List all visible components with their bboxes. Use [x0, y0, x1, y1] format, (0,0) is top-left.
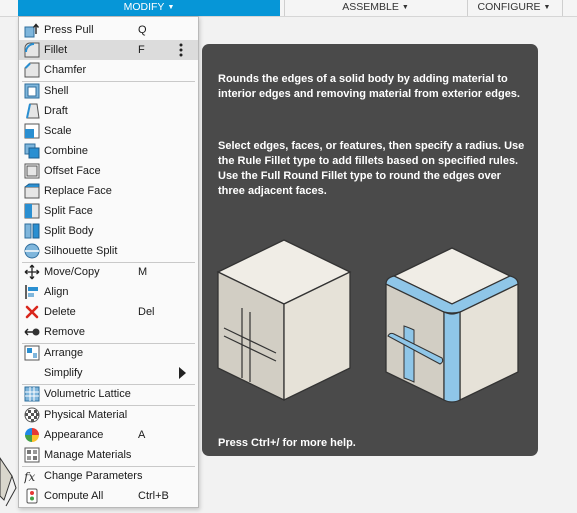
- replace-face-icon: [24, 183, 40, 199]
- tooltip-footer: Press Ctrl+/ for more help.: [218, 437, 356, 449]
- chevron-down-icon: ▼: [401, 4, 409, 11]
- menu-item-appearance[interactable]: Appearance A: [19, 425, 198, 445]
- menu-item-remove[interactable]: Remove: [19, 322, 198, 342]
- press-pull-icon: [24, 23, 40, 38]
- menu-item-split-face[interactable]: Split Face: [19, 201, 198, 221]
- canvas-geometry: [0, 457, 17, 507]
- remove-icon: [24, 328, 40, 336]
- tab-configure[interactable]: CONFIGURE ▼: [468, 0, 560, 16]
- shell-icon: [24, 83, 40, 99]
- menu-item-volumetric-lattice[interactable]: Volumetric Lattice: [19, 384, 198, 404]
- tab-label: ASSEMBLE: [342, 1, 399, 13]
- fillet-tooltip: Rounds the edges of a solid body by addi…: [202, 44, 538, 456]
- menu-item-physical-material[interactable]: Physical Material: [19, 405, 198, 425]
- menu-item-shortcut: Q: [138, 24, 147, 36]
- menu-item-label: Align: [44, 286, 69, 298]
- menu-item-label: Split Face: [44, 205, 93, 217]
- volumetric-lattice-icon: [24, 386, 40, 402]
- menu-item-silhouette-split[interactable]: Silhouette Split: [19, 241, 198, 261]
- change-parameters-icon: fx: [24, 470, 35, 484]
- menu-item-fillet[interactable]: Fillet F: [19, 40, 198, 60]
- fillet-icon: [24, 42, 40, 58]
- menu-item-press-pull[interactable]: Press Pull Q: [19, 20, 198, 40]
- offset-face-icon: [24, 163, 40, 179]
- menu-item-label: Draft: [44, 105, 68, 117]
- menu-item-label: Arrange: [44, 347, 84, 359]
- menu-item-label: Manage Materials: [44, 449, 132, 461]
- scale-icon: [24, 123, 40, 139]
- menu-item-combine[interactable]: Combine: [19, 141, 198, 161]
- menu-item-label: Compute All: [44, 490, 104, 502]
- menu-item-label: Silhouette Split: [44, 245, 118, 257]
- chamfer-icon: [24, 62, 40, 78]
- menu-item-label: Physical Material: [44, 409, 128, 421]
- menu-item-label: Combine: [44, 145, 89, 157]
- menu-item-label: Scale: [44, 125, 72, 137]
- compute-all-icon: [26, 488, 38, 504]
- menu-item-label: Change Parameters: [44, 470, 143, 482]
- menu-item-shell[interactable]: Shell: [19, 81, 198, 101]
- menu-item-label: Move/Copy: [44, 266, 100, 278]
- menu-item-label: Replace Face: [44, 185, 112, 197]
- menu-item-manage-materials[interactable]: Manage Materials: [19, 445, 198, 465]
- toolbar: MODIFY ▼ ASSEMBLE ▼ CONFIGURE ▼: [0, 0, 577, 17]
- menu-item-shortcut: F: [138, 44, 145, 56]
- tab-label: MODIFY: [123, 1, 165, 13]
- menu-item-simplify[interactable]: Simplify: [19, 363, 198, 383]
- menu-item-split-body[interactable]: Split Body: [19, 221, 198, 241]
- menu-item-label: Fillet: [44, 44, 68, 56]
- menu-item-label: Remove: [44, 326, 85, 338]
- tab-label: CONFIGURE: [477, 1, 541, 13]
- menu-item-align[interactable]: Align: [19, 282, 198, 302]
- menu-item-label: Appearance: [44, 429, 104, 441]
- delete-icon: [25, 305, 39, 319]
- menu-item-arrange[interactable]: Arrange: [19, 343, 198, 363]
- cube-after-illustration: [385, 247, 519, 403]
- more-options-icon[interactable]: [174, 41, 188, 59]
- tab-modify[interactable]: MODIFY ▼: [18, 0, 280, 16]
- menu-item-change-parameters[interactable]: fx Change Parameters: [19, 466, 198, 486]
- split-body-icon: [24, 223, 40, 239]
- menu-item-label: Delete: [44, 306, 76, 318]
- menu-item-offset-face[interactable]: Offset Face: [19, 161, 198, 181]
- move-copy-icon: [24, 264, 40, 280]
- menu-item-draft[interactable]: Draft: [19, 101, 198, 121]
- menu-item-label: Simplify: [44, 367, 83, 379]
- menu-item-label: Chamfer: [44, 64, 87, 76]
- cube-before-illustration: [216, 239, 352, 402]
- tab-assemble[interactable]: ASSEMBLE ▼: [285, 0, 466, 16]
- menu-item-label: Press Pull: [44, 24, 94, 36]
- menu-item-replace-face[interactable]: Replace Face: [19, 181, 198, 201]
- submenu-arrow-icon: [179, 367, 186, 379]
- tooltip-description: Rounds the edges of a solid body by addi…: [218, 73, 520, 100]
- menu-item-shortcut: M: [138, 266, 148, 278]
- menu-item-label: Shell: [44, 85, 69, 97]
- align-icon: [25, 285, 38, 299]
- modify-dropdown-menu: Press Pull Q Fillet F Chamfer Shell Draf…: [18, 16, 199, 508]
- svg-text:fx: fx: [24, 470, 35, 484]
- menu-item-delete[interactable]: Delete Del: [19, 302, 198, 322]
- chevron-down-icon: ▼: [543, 4, 551, 11]
- appearance-icon: [25, 428, 39, 442]
- menu-item-chamfer[interactable]: Chamfer: [19, 60, 198, 80]
- menu-item-compute-all[interactable]: Compute All Ctrl+B: [19, 486, 198, 506]
- arrange-icon: [24, 345, 40, 361]
- combine-icon: [24, 143, 40, 159]
- menu-item-move-copy[interactable]: Move/Copy M: [19, 262, 198, 282]
- physical-material-icon: [24, 407, 40, 423]
- menu-item-shortcut: Ctrl+B: [138, 490, 169, 502]
- divider: [562, 0, 563, 16]
- draft-icon: [26, 103, 40, 119]
- manage-materials-icon: [24, 447, 40, 463]
- menu-item-shortcut: Del: [138, 306, 155, 318]
- menu-item-scale[interactable]: Scale: [19, 121, 198, 141]
- menu-item-label: Split Body: [44, 225, 94, 237]
- chevron-down-icon: ▼: [167, 4, 175, 11]
- menu-item-shortcut: A: [138, 429, 146, 441]
- menu-item-label: Offset Face: [44, 165, 101, 177]
- split-face-icon: [24, 203, 40, 219]
- silhouette-split-icon: [24, 243, 40, 259]
- tooltip-instructions: Select edges, faces, or features, then s…: [218, 140, 525, 197]
- menu-item-label: Volumetric Lattice: [44, 388, 131, 400]
